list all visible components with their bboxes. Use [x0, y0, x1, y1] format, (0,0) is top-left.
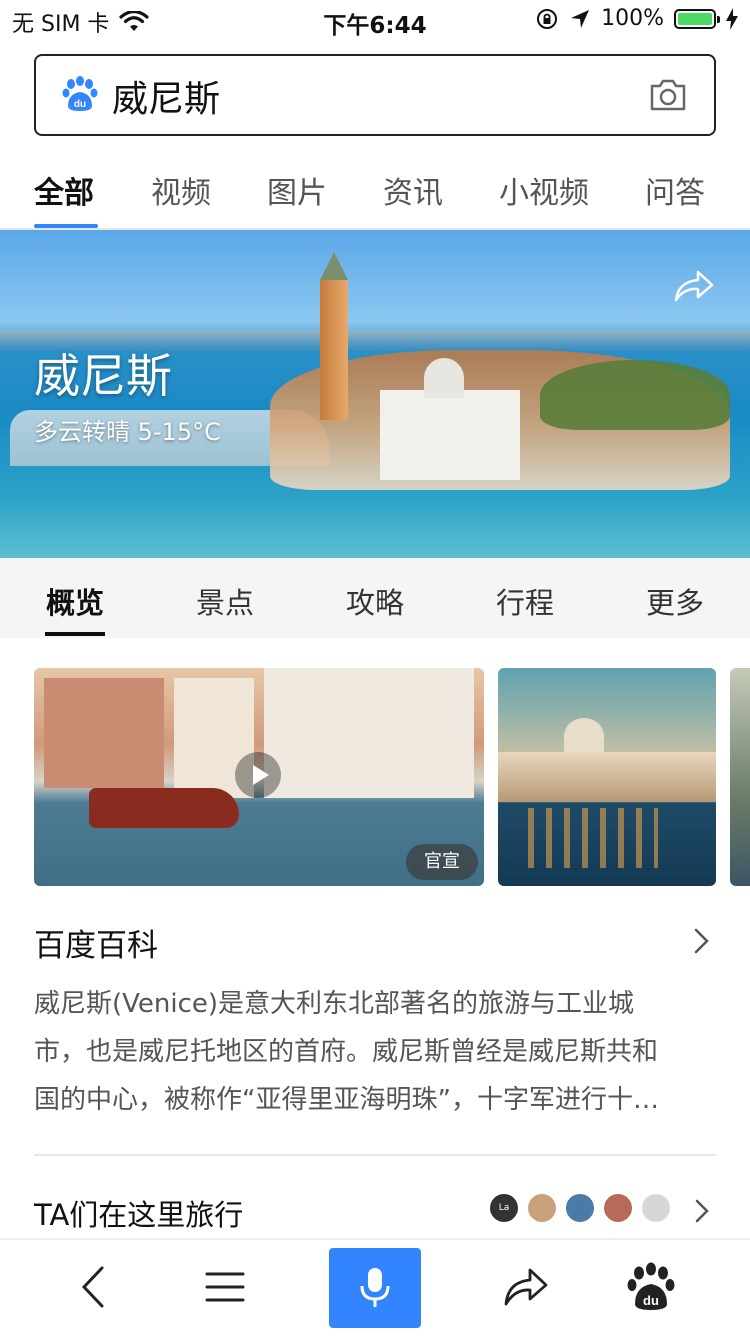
svg-text:du: du	[643, 1293, 659, 1308]
baike-summary[interactable]: 威尼斯(Venice)是意大利东北部著名的旅游与工业城 市，也是威尼托地区的首府…	[34, 980, 714, 1124]
location-arrow-icon	[571, 9, 590, 28]
baike-title[interactable]: 百度百科	[34, 920, 158, 965]
chevron-right-icon[interactable]	[692, 1197, 712, 1225]
thumb-boat	[89, 788, 239, 828]
avatar	[640, 1192, 672, 1224]
hero-title: 威尼斯	[34, 349, 172, 403]
search-query[interactable]: 威尼斯	[112, 70, 220, 122]
hero-bell-tower	[320, 252, 348, 420]
share-icon[interactable]	[500, 1262, 550, 1312]
battery-percent: 100%	[601, 6, 664, 31]
chevron-right-icon[interactable]	[690, 926, 712, 956]
thumb-dome	[564, 718, 604, 754]
status-right: 100%	[535, 6, 738, 31]
microphone-icon	[360, 1268, 390, 1307]
avatar: La Vita	[488, 1192, 520, 1224]
baike-line: 市，也是威尼托地区的首府。威尼斯曾经是威尼斯共和	[34, 1037, 659, 1067]
hero-dome	[424, 358, 464, 398]
tab-images[interactable]: 图片	[267, 168, 327, 212]
subtab-itinerary[interactable]: 行程	[496, 580, 554, 622]
voice-search-button[interactable]	[329, 1248, 421, 1328]
bottom-toolbar: du	[0, 1238, 750, 1336]
subtab-overview[interactable]: 概览	[46, 580, 104, 622]
rotation-lock-icon	[537, 8, 558, 29]
hero-weather: 多云转晴 5-15°C	[34, 418, 221, 446]
photo-thumbnail-partial[interactable]	[730, 668, 750, 886]
hero-trees	[540, 360, 730, 430]
status-bar: 无 SIM 卡 下午6:44 100%	[0, 0, 750, 40]
search-box[interactable]: du 威尼斯	[34, 54, 716, 136]
travel-title[interactable]: TA们在这里旅行	[34, 1192, 243, 1234]
traveler-avatars[interactable]: La Vita	[488, 1192, 672, 1224]
avatar	[602, 1192, 634, 1224]
baike-line: 威尼斯(Venice)是意大利东北部著名的旅游与工业城	[34, 989, 635, 1019]
divider	[34, 1154, 716, 1156]
svg-text:du: du	[74, 99, 86, 110]
thumb-building	[44, 678, 164, 788]
tab-all[interactable]: 全部	[34, 168, 94, 212]
video-thumbnail[interactable]: 官宣	[34, 668, 484, 886]
thumb-building	[264, 668, 474, 798]
tab-qa[interactable]: 问答	[645, 168, 705, 212]
hero-church	[380, 390, 520, 480]
tab-short-video[interactable]: 小视频	[499, 168, 589, 212]
active-subtab-indicator	[45, 632, 105, 636]
camera-icon[interactable]	[648, 76, 688, 114]
avatar	[526, 1192, 558, 1224]
top-tabs: 全部 视频 图片 资讯 小视频 问答	[0, 150, 750, 230]
tab-video[interactable]: 视频	[151, 168, 211, 212]
avatar	[564, 1192, 596, 1224]
active-tab-indicator	[34, 224, 98, 228]
tab-news[interactable]: 资讯	[383, 168, 443, 212]
official-badge: 官宣	[406, 844, 478, 880]
menu-icon[interactable]	[200, 1262, 250, 1312]
back-icon[interactable]	[70, 1262, 120, 1312]
share-icon[interactable]	[672, 266, 716, 306]
thumb-building	[498, 752, 716, 802]
hero-banner[interactable]: 威尼斯 多云转晴 5-15°C	[0, 230, 750, 558]
baike-line: 国的中心，被称作“亚得里亚海明珠”，十字军进行十…	[34, 1085, 659, 1115]
charging-bolt-icon	[726, 7, 738, 30]
baidu-paw-icon: du	[62, 76, 98, 111]
baidu-home-icon[interactable]: du	[626, 1262, 676, 1312]
sub-tabs: 概览 景点 攻略 行程 更多	[0, 558, 750, 638]
thumb-reflection	[528, 808, 658, 868]
photo-thumbnail[interactable]	[498, 668, 716, 886]
subtab-guides[interactable]: 攻略	[346, 580, 404, 622]
subtab-more[interactable]: 更多	[646, 580, 704, 622]
battery-icon	[674, 8, 720, 29]
subtab-attractions[interactable]: 景点	[196, 580, 254, 622]
play-icon[interactable]	[235, 752, 281, 798]
